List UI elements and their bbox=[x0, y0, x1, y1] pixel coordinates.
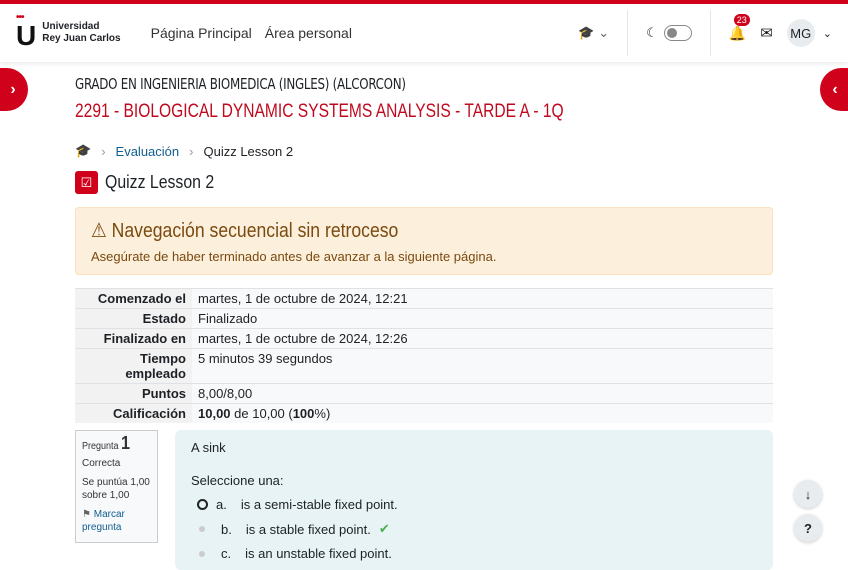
question-info: Pregunta 1 Correcta Se puntúa 1,00 sobre… bbox=[75, 430, 158, 543]
sequential-navigation-alert: ⚠ Navegación secuencial sin retroceso As… bbox=[75, 207, 773, 275]
university-logo[interactable]: U UniversidadRey Juan Carlos bbox=[16, 12, 121, 52]
option-letter: a. bbox=[216, 497, 227, 512]
notifications-button[interactable]: 🔔 23 bbox=[728, 13, 750, 42]
warning-icon: ⚠ bbox=[91, 220, 107, 242]
messages-icon[interactable]: ✉ bbox=[760, 24, 773, 42]
divider bbox=[709, 10, 711, 56]
nav-link-home[interactable]: Página Principal bbox=[151, 25, 252, 41]
question-content: A sink Seleccione una: a. is a semi-stabl… bbox=[175, 430, 773, 570]
question-prompt: Seleccione una: bbox=[191, 473, 284, 488]
scroll-down-button[interactable]: ↓ bbox=[794, 480, 822, 508]
quiz-icon: ☑ bbox=[75, 171, 98, 194]
question-text: A sink bbox=[191, 440, 226, 455]
page-title: Quizz Lesson 2 bbox=[105, 172, 215, 192]
open-block-drawer-button[interactable]: ‹ bbox=[820, 68, 848, 111]
question-number: 1 bbox=[121, 433, 131, 453]
grade-end: %) bbox=[314, 406, 331, 421]
chevron-right-icon: › bbox=[189, 143, 194, 159]
open-course-index-button[interactable]: › bbox=[0, 68, 28, 111]
row-label: Finalizado en bbox=[75, 328, 192, 349]
question-status: Correcta bbox=[82, 458, 121, 469]
answer-option[interactable]: c. is an unstable fixed point. bbox=[197, 546, 757, 561]
divider bbox=[627, 10, 629, 56]
row-label: Calificación bbox=[75, 403, 192, 423]
flag-question-link[interactable]: ⚑ Marcar pregunta bbox=[82, 508, 151, 534]
row-label: Tiempo empleado bbox=[75, 348, 192, 384]
flag-icon: ⚑ bbox=[82, 509, 91, 520]
breadcrumb-evaluacion[interactable]: Evaluación bbox=[116, 144, 180, 159]
question-label: Pregunta bbox=[82, 441, 119, 452]
course-title[interactable]: 2291 - BIOLOGICAL DYNAMIC SYSTEMS ANALYS… bbox=[75, 101, 647, 123]
breadcrumb: 🎓 › Evaluación › Quizz Lesson 2 bbox=[75, 143, 773, 159]
chevron-right-icon: › bbox=[101, 143, 106, 159]
row-value: martes, 1 de octubre de 2024, 12:26 bbox=[192, 328, 773, 349]
option-text: is a stable fixed point. bbox=[245, 521, 371, 537]
radio-button[interactable] bbox=[197, 499, 208, 510]
courses-menu[interactable]: 🎓 ⌄ bbox=[578, 25, 609, 41]
row-value: 10,00 de 10,00 (100%) bbox=[192, 403, 773, 423]
notification-count: 23 bbox=[733, 13, 750, 26]
breadcrumb-current: Quizz Lesson 2 bbox=[203, 143, 294, 159]
row-value: martes, 1 de octubre de 2024, 12:21 bbox=[192, 288, 773, 309]
grade-of: de 10,00 ( bbox=[230, 406, 293, 421]
alert-text: Asegúrate de haber terminado antes de av… bbox=[91, 249, 497, 264]
logo-line1: Universidad bbox=[42, 21, 100, 32]
bell-icon: 🔔 bbox=[728, 24, 747, 41]
moon-icon: ☾ bbox=[646, 25, 658, 40]
option-text: is a semi-stable fixed point. bbox=[240, 497, 398, 512]
radio-button[interactable] bbox=[199, 526, 205, 532]
grade: 10,00 bbox=[198, 406, 231, 421]
grade-percent: 100 bbox=[292, 406, 315, 421]
row-value: 8,00/8,00 bbox=[192, 383, 773, 404]
answer-option[interactable]: a. is a semi-stable fixed point. bbox=[197, 497, 757, 512]
help-button[interactable]: ? bbox=[794, 514, 822, 542]
option-letter: c. bbox=[221, 546, 232, 561]
question-score: Se puntúa 1,00 sobre 1,00 bbox=[82, 477, 150, 501]
course-home-icon[interactable]: 🎓 bbox=[75, 143, 91, 159]
avatar[interactable]: MG bbox=[786, 19, 815, 47]
logo-line2: Rey Juan Carlos bbox=[42, 33, 121, 44]
option-text: is an unstable fixed point. bbox=[245, 546, 392, 561]
row-value: 5 minutos 39 segundos bbox=[192, 348, 773, 384]
row-label: Puntos bbox=[75, 383, 192, 404]
option-letter: b. bbox=[221, 521, 232, 537]
answer-option[interactable]: b. is a stable fixed point. ✔ bbox=[197, 521, 757, 537]
row-label: Estado bbox=[75, 308, 192, 329]
degree-heading: GRADO EN INGENIERIA BIOMEDICA (INGLES) (… bbox=[75, 75, 406, 93]
chevron-down-icon[interactable]: ⌄ bbox=[823, 27, 832, 40]
radio-button[interactable] bbox=[199, 550, 205, 557]
row-label: Comenzado el bbox=[75, 288, 192, 309]
check-icon: ✔ bbox=[378, 521, 390, 536]
alert-title: Navegación secuencial sin retroceso bbox=[111, 220, 399, 242]
attempt-summary-table: Comenzado el martes, 1 de octubre de 2024… bbox=[75, 288, 773, 423]
nav-link-dashboard[interactable]: Área personal bbox=[265, 25, 352, 41]
logo-mark: U bbox=[16, 12, 36, 52]
navbar: U UniversidadRey Juan Carlos Página Prin… bbox=[0, 4, 848, 62]
row-value: Finalizado bbox=[192, 308, 773, 329]
dark-mode-toggle[interactable] bbox=[663, 25, 692, 41]
